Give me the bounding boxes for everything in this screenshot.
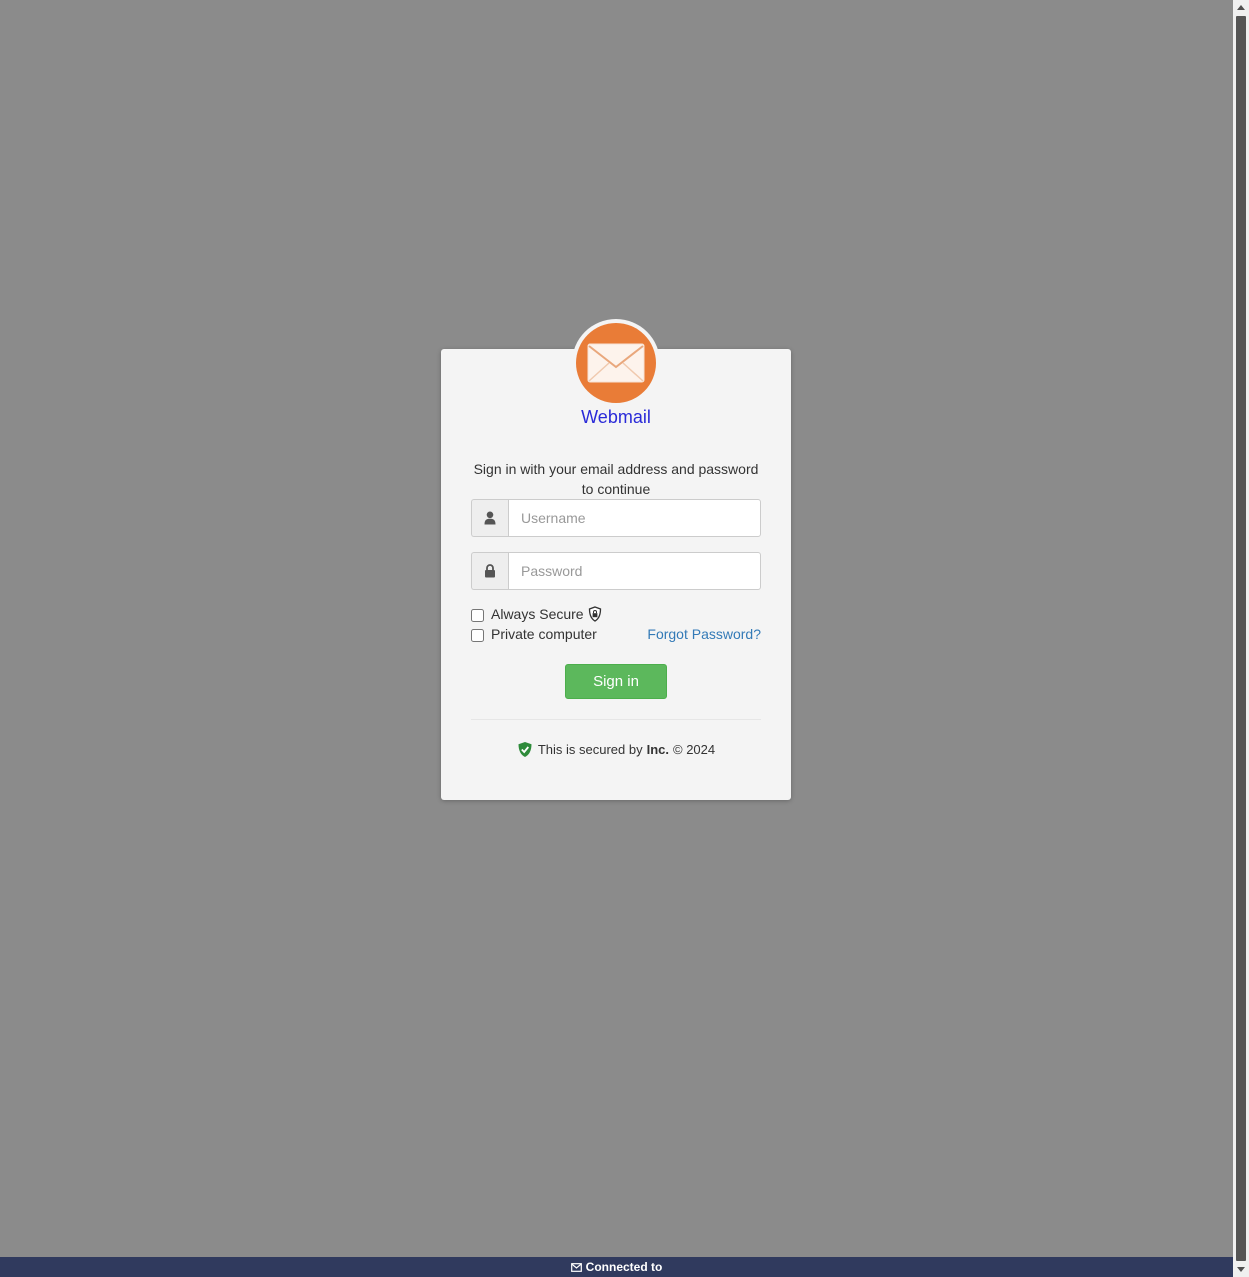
scroll-up-arrow-icon[interactable] xyxy=(1237,5,1245,10)
logo-ring xyxy=(572,319,660,407)
copyright-text: © 2024 xyxy=(673,742,716,757)
username-addon xyxy=(471,499,508,537)
password-addon xyxy=(471,552,508,590)
private-computer-checkbox[interactable] xyxy=(471,628,484,642)
scroll-down-arrow-icon[interactable] xyxy=(1237,1267,1245,1272)
shield-check-icon xyxy=(518,742,532,757)
secured-by-text: This is secured by xyxy=(537,742,643,757)
scroll-thumb[interactable] xyxy=(1236,16,1246,1261)
lock-icon xyxy=(485,564,495,578)
sign-in-instructions: Sign in with your email address and pass… xyxy=(473,461,759,497)
security-notice: This is secured by Inc. © 2024 xyxy=(441,741,791,758)
forgot-password-link[interactable]: Forgot Password? xyxy=(647,625,761,643)
divider xyxy=(471,719,761,720)
private-computer-row[interactable]: Private computer xyxy=(471,624,597,644)
sign-in-button[interactable]: Sign in xyxy=(565,664,667,699)
envelope-icon xyxy=(587,343,645,383)
private-computer-label: Private computer xyxy=(491,626,597,642)
status-text: Connected to xyxy=(585,1260,663,1274)
login-card: Webmail Sign in with your email address … xyxy=(441,319,791,800)
always-secure-row[interactable]: Always Secure xyxy=(471,604,602,624)
shield-lock-icon xyxy=(588,606,601,622)
password-input[interactable] xyxy=(508,552,761,590)
webmail-logo xyxy=(576,323,656,403)
brand-name: Webmail xyxy=(581,407,651,427)
status-bar: Connected to xyxy=(0,1257,1233,1277)
company-name: Inc. xyxy=(646,742,670,757)
username-input[interactable] xyxy=(508,499,761,537)
always-secure-label: Always Secure xyxy=(491,606,584,622)
always-secure-checkbox[interactable] xyxy=(471,608,484,622)
password-group xyxy=(471,552,761,590)
user-icon xyxy=(484,511,496,525)
vertical-scrollbar[interactable] xyxy=(1233,0,1249,1277)
mail-icon xyxy=(570,1262,582,1272)
username-group xyxy=(471,499,761,537)
